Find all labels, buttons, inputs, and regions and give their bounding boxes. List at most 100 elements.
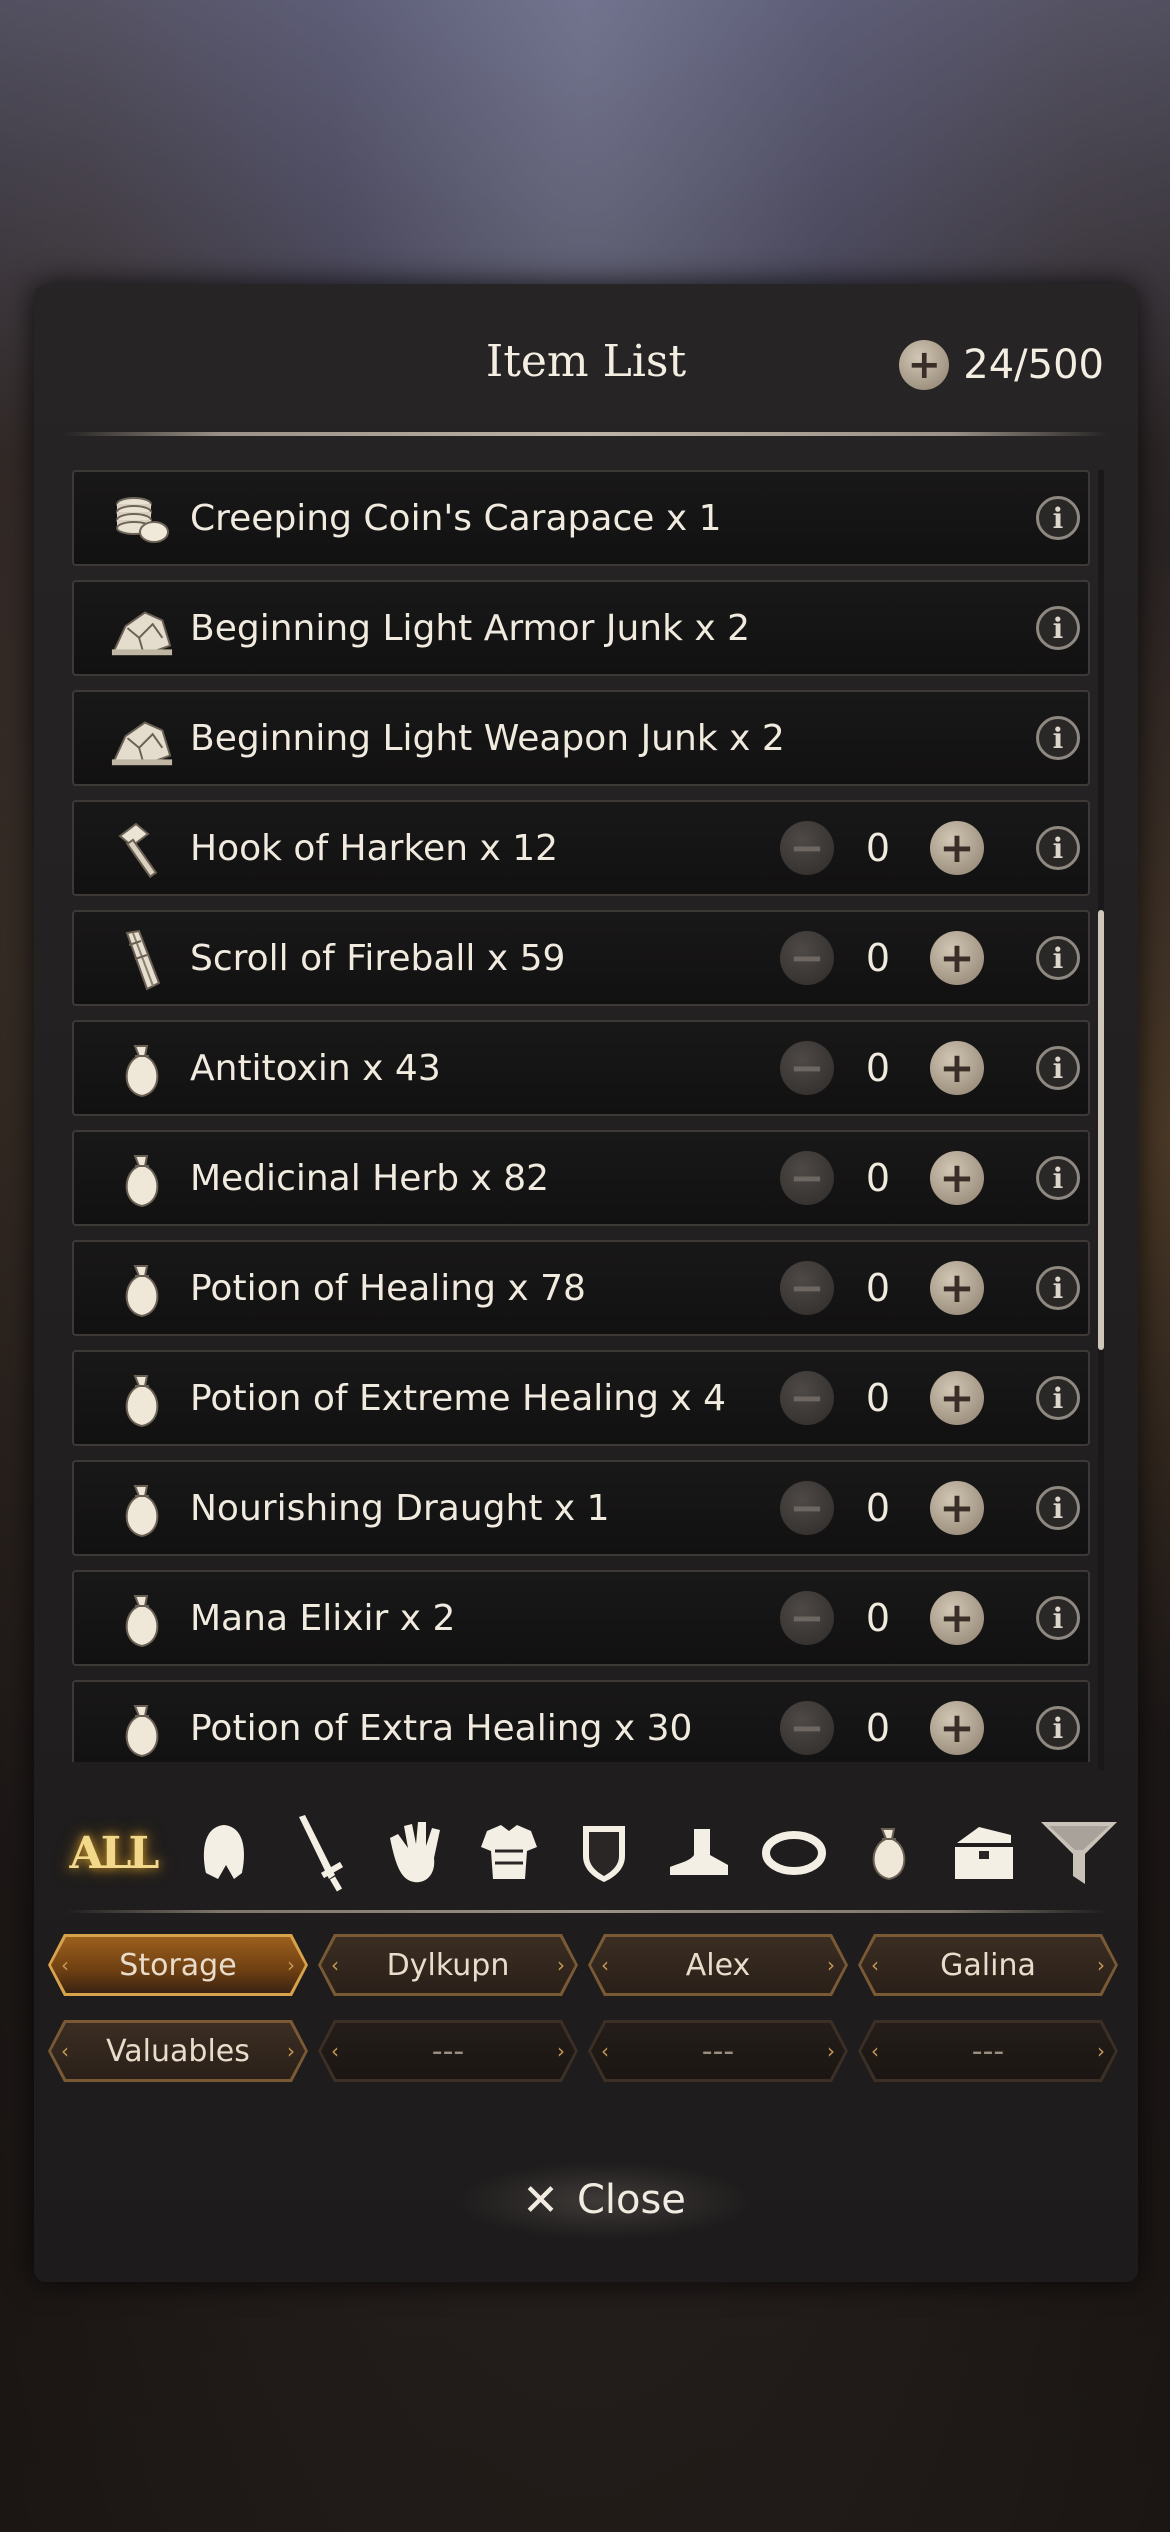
filter-funnel-icon[interactable] xyxy=(1039,1808,1119,1898)
increase-quantity-button[interactable]: + xyxy=(930,1481,984,1535)
coins-icon xyxy=(110,490,174,550)
info-icon[interactable]: i xyxy=(1036,1596,1080,1640)
chevron-left-icon: ‹ xyxy=(601,2039,609,2063)
tab-dylkupn[interactable]: ‹ › Dylkupn xyxy=(318,1934,578,1996)
item-name: Antitoxin x 43 xyxy=(190,1047,441,1089)
info-icon[interactable]: i xyxy=(1036,716,1080,760)
info-icon[interactable]: i xyxy=(1036,496,1080,540)
chevron-right-icon: › xyxy=(287,1953,295,1977)
decrease-quantity-button[interactable]: − xyxy=(780,1371,834,1425)
filter-shield-icon[interactable] xyxy=(564,1808,644,1898)
decrease-quantity-button[interactable]: − xyxy=(780,821,834,875)
list-item[interactable]: Hook of Harken x 12 −0 + i xyxy=(72,800,1090,896)
close-label: Close xyxy=(576,2177,686,2223)
increase-quantity-button[interactable]: + xyxy=(930,1701,984,1755)
pouch-icon xyxy=(110,1700,174,1760)
item-name: Scroll of Fireball x 59 xyxy=(190,937,566,979)
tab-galina[interactable]: ‹ › Galina xyxy=(858,1934,1118,1996)
list-item[interactable]: Scroll of Fireball x 59 −0 + i xyxy=(72,910,1090,1006)
item-name: Potion of Extreme Healing x 4 xyxy=(190,1377,727,1419)
list-item[interactable]: Potion of Healing x 78 −0 + i xyxy=(72,1240,1090,1336)
filter-helmet-icon[interactable] xyxy=(184,1808,264,1898)
hammer-icon xyxy=(110,820,174,880)
item-name: Beginning Light Weapon Junk x 2 xyxy=(190,717,785,759)
tab-valuables[interactable]: ‹ › Valuables xyxy=(48,2020,308,2082)
chevron-left-icon: ‹ xyxy=(331,2039,339,2063)
increase-quantity-button[interactable]: + xyxy=(930,1371,984,1425)
increase-quantity-button[interactable]: + xyxy=(930,1261,984,1315)
increase-quantity-button[interactable]: + xyxy=(930,1041,984,1095)
tab-label: Alex xyxy=(685,1947,751,1983)
decrease-quantity-button[interactable]: − xyxy=(780,1261,834,1315)
filter-sword-icon[interactable] xyxy=(279,1808,359,1898)
filter-chest-icon[interactable] xyxy=(944,1808,1024,1898)
decrease-quantity-button[interactable]: − xyxy=(780,1591,834,1645)
header-divider xyxy=(64,432,1108,436)
tab-label: --- xyxy=(431,2033,465,2069)
info-icon[interactable]: i xyxy=(1036,1486,1080,1530)
list-item[interactable]: Beginning Light Armor Junk x 2 i xyxy=(72,580,1090,676)
decrease-quantity-button[interactable]: − xyxy=(780,1481,834,1535)
tab-empty[interactable]: ‹ › --- xyxy=(858,2020,1118,2082)
info-icon[interactable]: i xyxy=(1036,1156,1080,1200)
list-item[interactable]: Potion of Extreme Healing x 4 −0 + i xyxy=(72,1350,1090,1446)
close-button[interactable]: ✕ Close xyxy=(454,2160,754,2240)
info-icon[interactable]: i xyxy=(1036,1266,1080,1310)
info-icon[interactable]: i xyxy=(1036,1706,1080,1750)
list-item[interactable]: Beginning Light Weapon Junk x 2 i xyxy=(72,690,1090,786)
pouch-icon xyxy=(110,1590,174,1650)
item-name: Hook of Harken x 12 xyxy=(190,827,559,869)
item-list[interactable]: Creeping Coin's Carapace x 1 i Beginning L… xyxy=(72,462,1090,1762)
decrease-quantity-button[interactable]: − xyxy=(780,1041,834,1095)
info-icon[interactable]: i xyxy=(1036,936,1080,980)
list-item[interactable]: Potion of Extra Healing x 30 −0 + i xyxy=(72,1680,1090,1762)
pouch-icon xyxy=(110,1040,174,1100)
list-item[interactable]: Creeping Coin's Carapace x 1 i xyxy=(72,470,1090,566)
chevron-left-icon: ‹ xyxy=(61,1953,69,1977)
filter-glove-icon[interactable] xyxy=(374,1808,454,1898)
decrease-quantity-button[interactable]: − xyxy=(780,1151,834,1205)
increase-quantity-button[interactable]: + xyxy=(930,931,984,985)
tab-alex[interactable]: ‹ › Alex xyxy=(588,1934,848,1996)
filter-boot-icon[interactable] xyxy=(659,1808,739,1898)
tab-empty[interactable]: ‹ › --- xyxy=(588,2020,848,2082)
pouch-icon xyxy=(110,1370,174,1430)
filter-pouch-icon[interactable] xyxy=(849,1808,929,1898)
category-filters: ALL xyxy=(58,1808,1118,1904)
info-icon[interactable]: i xyxy=(1036,1376,1080,1420)
decrease-quantity-button[interactable]: − xyxy=(780,1701,834,1755)
tab-storage[interactable]: ‹ › Storage xyxy=(48,1934,308,1996)
quantity-value: 0 xyxy=(865,1706,891,1750)
chevron-left-icon: ‹ xyxy=(871,1953,879,1977)
info-icon[interactable]: i xyxy=(1036,826,1080,870)
list-item[interactable]: Mana Elixir x 2 −0 + i xyxy=(72,1570,1090,1666)
info-icon[interactable]: i xyxy=(1036,1046,1080,1090)
quantity-value: 0 xyxy=(865,1376,891,1420)
tab-label: Dylkupn xyxy=(386,1947,510,1983)
filter-all[interactable]: ALL xyxy=(58,1808,168,1898)
tab-empty[interactable]: ‹ › --- xyxy=(318,2020,578,2082)
quantity-value: 0 xyxy=(865,1046,891,1090)
info-icon[interactable]: i xyxy=(1036,606,1080,650)
chevron-left-icon: ‹ xyxy=(331,1953,339,1977)
increase-quantity-button[interactable]: + xyxy=(930,1591,984,1645)
expand-capacity-button[interactable]: + xyxy=(899,340,950,390)
filter-ring-icon[interactable] xyxy=(754,1808,834,1898)
panel-header: Item List + 24/500 xyxy=(34,284,1138,434)
capacity: + 24/500 xyxy=(899,340,1104,390)
filter-armor-icon[interactable] xyxy=(469,1808,549,1898)
item-name: Medicinal Herb x 82 xyxy=(190,1157,550,1199)
item-name: Potion of Extra Healing x 30 xyxy=(190,1707,693,1749)
scrollbar-thumb[interactable] xyxy=(1098,910,1104,1350)
increase-quantity-button[interactable]: + xyxy=(930,1151,984,1205)
list-item[interactable]: Medicinal Herb x 82 −0 + i xyxy=(72,1130,1090,1226)
list-item[interactable]: Nourishing Draught x 1 −0 + i xyxy=(72,1460,1090,1556)
pouch-icon xyxy=(110,1480,174,1540)
tab-label: Storage xyxy=(119,1947,237,1983)
list-scrollbar[interactable] xyxy=(1098,470,1104,1770)
chevron-left-icon: ‹ xyxy=(871,2039,879,2063)
decrease-quantity-button[interactable]: − xyxy=(780,931,834,985)
increase-quantity-button[interactable]: + xyxy=(930,821,984,875)
chevron-right-icon: › xyxy=(1097,1953,1105,1977)
list-item[interactable]: Antitoxin x 43 −0 + i xyxy=(72,1020,1090,1116)
